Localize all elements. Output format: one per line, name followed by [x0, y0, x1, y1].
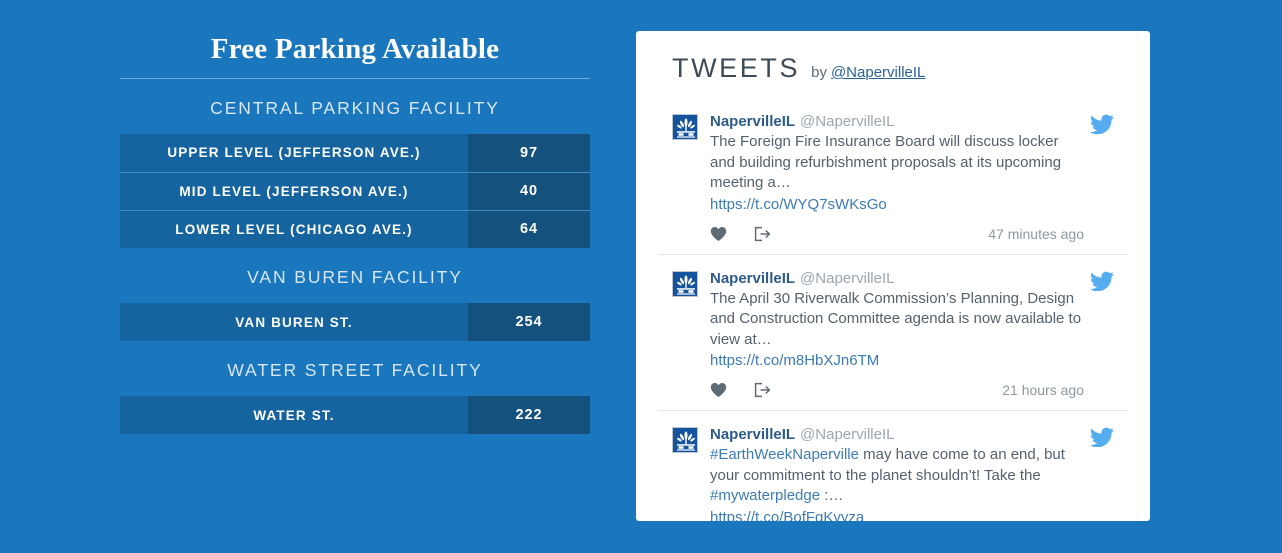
tweet-item: NapervilleIL @NapervilleIL The April 30 Ri… — [658, 253, 1128, 411]
twitter-bird-icon[interactable] — [1090, 271, 1114, 296]
tweet-timestamp: 47 minutes ago — [988, 225, 1084, 242]
parking-level-label: Van Buren St. — [120, 303, 468, 341]
tweet-name-row: NapervilleIL @NapervilleIL — [710, 425, 1084, 444]
parking-level-label: Mid Level (Jefferson Ave.) — [120, 171, 468, 210]
tweets-header: TWEETS by @NapervilleIL — [658, 31, 1128, 98]
facility-heading: Van Buren Facility — [247, 267, 463, 287]
parking-spaces-count: 97 — [468, 134, 590, 172]
tweet-actions: 21 hours ago — [710, 380, 1084, 400]
tweet-link[interactable]: https://t.co/WYQ7sWKsGo — [710, 194, 1084, 215]
parking-table: Van Buren St. 254 — [120, 303, 590, 341]
twitter-bird-icon[interactable] — [1090, 427, 1114, 452]
parking-table: Upper Level (Jefferson Ave.) 97 Mid Level … — [120, 134, 590, 248]
tweet-text: The Foreign Fire Insurance Board will di… — [710, 133, 1062, 191]
facility-heading: Water Street Facility — [227, 360, 483, 380]
tweets-header-by-label: by — [811, 64, 827, 81]
tweet-body: NapervilleIL @NapervilleIL The April 30 Ri… — [710, 269, 1114, 401]
tweet-actions: 47 minutes ago — [710, 224, 1084, 244]
parking-table: Water St. 222 — [120, 396, 590, 434]
tweet-timestamp: 21 hours ago — [1002, 382, 1084, 398]
tweets-card: TWEETS by @NapervilleIL NapervilleIL @Nap… — [636, 31, 1150, 521]
table-row: Mid Level (Jefferson Ave.) 40 — [120, 171, 590, 210]
tweet-author-name[interactable]: NapervilleIL — [710, 426, 795, 443]
tweet-body: NapervilleIL @NapervilleIL The Foreign Fir… — [710, 112, 1114, 244]
tweet-name-row: NapervilleIL @NapervilleIL — [710, 269, 1084, 288]
parking-spaces-count: 222 — [468, 396, 590, 434]
tweet-text: #EarthWeekNaperville may have come to an… — [710, 445, 1084, 507]
tweet-author-handle[interactable]: @NapervilleIL — [800, 426, 894, 443]
tweet-name-row: NapervilleIL @NapervilleIL — [710, 112, 1084, 131]
parking-panel: Free Parking Available Central Parking F… — [120, 28, 590, 434]
parking-spaces-count: 40 — [468, 171, 590, 210]
table-row: Upper Level (Jefferson Ave.) 97 — [120, 134, 590, 172]
naperville-seal-avatar-icon[interactable] — [672, 427, 698, 453]
table-row: Water St. 222 — [120, 396, 590, 434]
parking-level-label: Upper Level (Jefferson Ave.) — [120, 134, 468, 172]
tweet-author-name[interactable]: NapervilleIL — [710, 270, 795, 287]
twitter-bird-icon[interactable] — [1090, 114, 1114, 139]
table-row: Van Buren St. 254 — [120, 303, 590, 341]
page-title: Free Parking Available — [210, 33, 500, 65]
tweet-hashtag[interactable]: #EarthWeekNaperville — [710, 446, 859, 463]
tweet-body: NapervilleIL @NapervilleIL #EarthWeekNaper… — [710, 425, 1114, 521]
share-icon[interactable] — [754, 382, 771, 398]
tweet-hashtag[interactable]: #mywaterpledge — [710, 487, 820, 504]
naperville-seal-avatar-icon[interactable] — [672, 270, 698, 297]
table-row: Lower Level (Chicago Ave.) 64 — [120, 209, 590, 248]
tweet-text: The April 30 Riverwalk Commission’s Plan… — [710, 289, 1082, 348]
heart-icon[interactable] — [710, 226, 727, 242]
share-icon[interactable] — [754, 226, 771, 242]
tweet-author-handle[interactable]: @NapervilleIL — [800, 113, 894, 130]
heart-icon[interactable] — [710, 382, 727, 398]
tweets-header-title: TWEETS — [672, 53, 801, 83]
naperville-seal-avatar-icon[interactable] — [672, 114, 698, 140]
tweet-link[interactable]: https://t.co/m8HbXJn6TM — [710, 350, 1084, 371]
tweet-item: NapervilleIL @NapervilleIL #EarthWeekNaper… — [658, 410, 1128, 521]
parking-spaces-count: 254 — [468, 303, 590, 341]
parking-spaces-count: 64 — [468, 209, 590, 248]
tweet-text-segment: :… — [820, 487, 844, 504]
tweet-author-name[interactable]: NapervilleIL — [710, 113, 795, 130]
tweet-item: NapervilleIL @NapervilleIL The Foreign Fir… — [658, 98, 1128, 254]
parking-level-label: Water St. — [120, 396, 468, 434]
facility-heading: Central Parking Facility — [210, 98, 500, 118]
tweet-author-handle[interactable]: @NapervilleIL — [800, 270, 894, 287]
tweet-link[interactable]: https://t.co/BofFqKyyza — [710, 507, 1084, 522]
tweets-header-handle-link[interactable]: @NapervilleIL — [831, 64, 925, 81]
tweet-list: NapervilleIL @NapervilleIL The Foreign Fir… — [658, 98, 1128, 521]
facility-list: Central Parking Facility Upper Level (Jef… — [120, 79, 590, 434]
parking-level-label: Lower Level (Chicago Ave.) — [120, 209, 468, 248]
